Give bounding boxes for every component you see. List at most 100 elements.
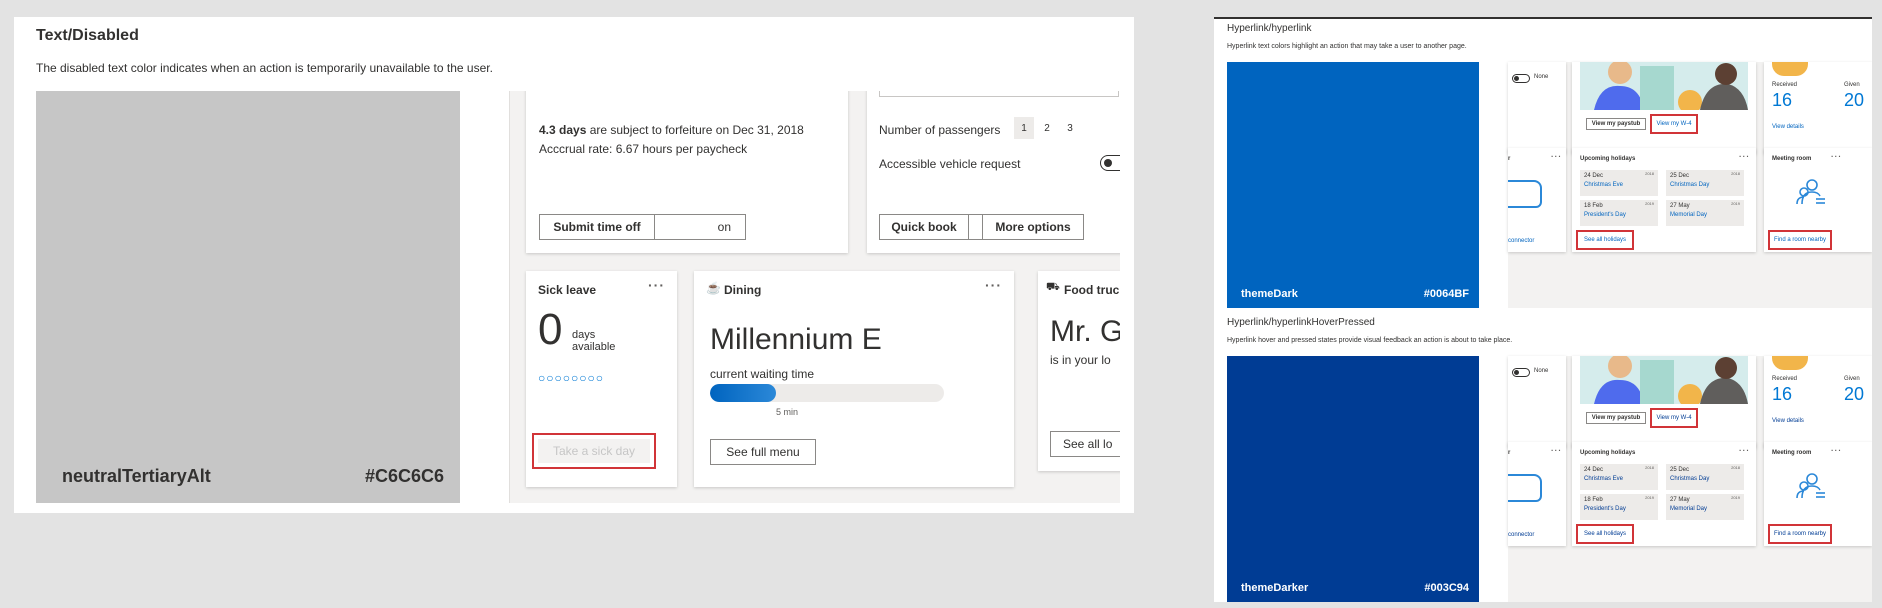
given-value: 20	[1844, 90, 1865, 110]
received-label: Received	[1772, 82, 1798, 88]
dining-icon: ☕	[706, 281, 721, 295]
timeoff-forfeit-text: 4.3 days are subject to forfeiture on De…	[539, 123, 804, 137]
holiday-date: 25 Dec	[1670, 467, 1690, 473]
holiday-year: 2018	[1731, 465, 1740, 470]
kudos-card: Received 16 Given 20 View details	[1764, 356, 1872, 448]
more-icon[interactable]: ···	[648, 277, 665, 293]
see-all-holidays-link[interactable]: See all holidays	[1576, 230, 1634, 250]
holiday-item: 25 Dec 2018 Christmas Day	[1666, 170, 1744, 196]
holiday-date: 27 May	[1670, 203, 1690, 209]
more-icon[interactable]: ···	[1739, 152, 1750, 161]
more-icon[interactable]: ···	[985, 277, 1002, 293]
passenger-option-2[interactable]: 2	[1037, 117, 1057, 139]
quick-book-button[interactable]: Quick book	[879, 214, 969, 240]
holiday-date: 18 Feb	[1584, 203, 1603, 209]
toggle-card: None	[1508, 62, 1566, 154]
hyperlink-hover-section: Hyperlink/hyperlinkHoverPressed Hyperlin…	[1214, 313, 1872, 602]
people-icon	[1796, 472, 1826, 500]
sick-leave-dots: ○○○○○○○○	[538, 371, 604, 385]
swatch-hex: #0064BF	[1423, 288, 1469, 300]
section-title: Hyperlink/hyperlinkHoverPressed	[1227, 317, 1375, 328]
holiday-name[interactable]: Christmas Eve	[1584, 476, 1623, 482]
see-full-menu-button[interactable]: See full menu	[710, 439, 816, 465]
sick-leave-count: 0	[538, 305, 563, 354]
swatch-hex: #003C94	[1424, 582, 1469, 594]
ride-card: Number of passengers 1 2 3 Accessible ve…	[867, 91, 1120, 253]
holiday-item: 25 Dec 2018 Christmas Day	[1666, 464, 1744, 490]
holiday-item: 27 May 2019 Memorial Day	[1666, 200, 1744, 226]
preview-divider	[509, 91, 510, 503]
holiday-item: 18 Feb 2019 President's Day	[1580, 200, 1658, 226]
toggle-switch[interactable]	[1512, 368, 1530, 377]
sick-leave-card: Sick leave ··· 0 days available ○○○○○○○○…	[526, 271, 677, 487]
accessible-toggle[interactable]	[1100, 155, 1120, 171]
more-icon[interactable]: ···	[1551, 152, 1562, 161]
car-icon	[1508, 180, 1542, 208]
timeoff-card: 4.3 days are subject to forfeiture on De…	[526, 91, 848, 253]
more-icon[interactable]: ···	[1551, 446, 1562, 455]
submit-time-off-button[interactable]: Submit time off	[539, 214, 655, 240]
wait-progress-bar	[710, 384, 944, 402]
view-w4-link[interactable]: View my W-4	[1650, 408, 1698, 428]
holiday-name[interactable]: President's Day	[1584, 506, 1626, 512]
right-panel: Hyperlink/hyperlink Hyperlink text color…	[1214, 17, 1872, 602]
kudos-illustration	[1772, 356, 1808, 370]
more-icon[interactable]: ···	[1831, 152, 1842, 161]
find-room-link[interactable]: Find a room nearby	[1768, 524, 1832, 544]
connector-link[interactable]: connector	[1508, 238, 1534, 244]
people-illustration	[1580, 356, 1748, 404]
holiday-name[interactable]: President's Day	[1584, 212, 1626, 218]
holiday-name[interactable]: Christmas Day	[1670, 476, 1709, 482]
holiday-date: 25 Dec	[1670, 173, 1690, 179]
mini-preview: None View my paystub View my W-4 Receive…	[1508, 62, 1872, 308]
kudos-card: Received 16 Given 20 View details	[1764, 62, 1872, 154]
view-w4-link[interactable]: View my W-4	[1650, 114, 1698, 134]
connector-card: r ··· connector	[1508, 148, 1566, 252]
more-options-button[interactable]: More options	[982, 214, 1084, 240]
section-description: Hyperlink text colors highlight an actio…	[1227, 43, 1467, 50]
holidays-title: Upcoming holidays	[1580, 450, 1636, 456]
preview-area: 4.3 days are subject to forfeiture on De…	[460, 91, 1120, 503]
swatch-name: themeDark	[1241, 288, 1298, 300]
holiday-year: 2018	[1645, 171, 1654, 176]
passenger-option-3[interactable]: 3	[1060, 117, 1080, 139]
holiday-name[interactable]: Christmas Day	[1670, 182, 1709, 188]
people-illustration	[1580, 62, 1748, 110]
toggle-switch[interactable]	[1512, 74, 1530, 83]
progress-label: 5 min	[776, 407, 799, 417]
color-swatch: themeDark #0064BF	[1227, 62, 1479, 308]
food-truck-card: ⛟ Food truc Mr. G is in your lo See all …	[1038, 271, 1120, 471]
left-panel: Text/Disabled The disabled text color in…	[14, 17, 1134, 513]
meeting-title: Meeting room	[1772, 156, 1812, 162]
passenger-option-1[interactable]: 1	[1014, 117, 1034, 139]
more-icon[interactable]: ···	[1831, 446, 1842, 455]
holiday-name[interactable]: Memorial Day	[1670, 212, 1707, 218]
view-paystub-button[interactable]: View my paystub	[1586, 412, 1646, 424]
color-swatch: themeDarker #003C94	[1227, 356, 1479, 602]
more-icon[interactable]: ···	[1739, 446, 1750, 455]
swatch-name: themeDarker	[1241, 582, 1309, 594]
received-value: 16	[1772, 90, 1793, 110]
see-all-holidays-link[interactable]: See all holidays	[1576, 524, 1634, 544]
truck-icon: ⛟	[1046, 281, 1060, 293]
holiday-name[interactable]: Christmas Eve	[1584, 182, 1623, 188]
holiday-date: 18 Feb	[1584, 497, 1603, 503]
ride-search-field[interactable]	[879, 91, 1119, 97]
connector-link[interactable]: connector	[1508, 532, 1534, 538]
given-label: Given	[1844, 376, 1860, 382]
paystub-card: View my paystub View my W-4	[1572, 62, 1756, 154]
view-details-link[interactable]: View details	[1772, 124, 1804, 130]
holiday-name[interactable]: Memorial Day	[1670, 506, 1707, 512]
view-details-link[interactable]: View details	[1772, 418, 1804, 424]
food-truck-name: Mr. G	[1050, 315, 1120, 348]
timeoff-accrual: Acccrual rate: 6.67 hours per paycheck	[539, 142, 748, 156]
holiday-item: 24 Dec 2018 Christmas Eve	[1580, 170, 1658, 196]
find-room-link[interactable]: Find a room nearby	[1768, 230, 1832, 250]
view-paystub-button[interactable]: View my paystub	[1586, 118, 1646, 130]
swatch-hex: #C6C6C6	[364, 466, 444, 486]
section-description: Hyperlink hover and pressed states provi…	[1227, 337, 1513, 344]
car-icon	[1508, 474, 1542, 502]
take-sick-day-button[interactable]: Take a sick day	[532, 433, 656, 469]
people-icon	[1796, 178, 1826, 206]
see-all-locations-button[interactable]: See all lo	[1050, 431, 1120, 457]
